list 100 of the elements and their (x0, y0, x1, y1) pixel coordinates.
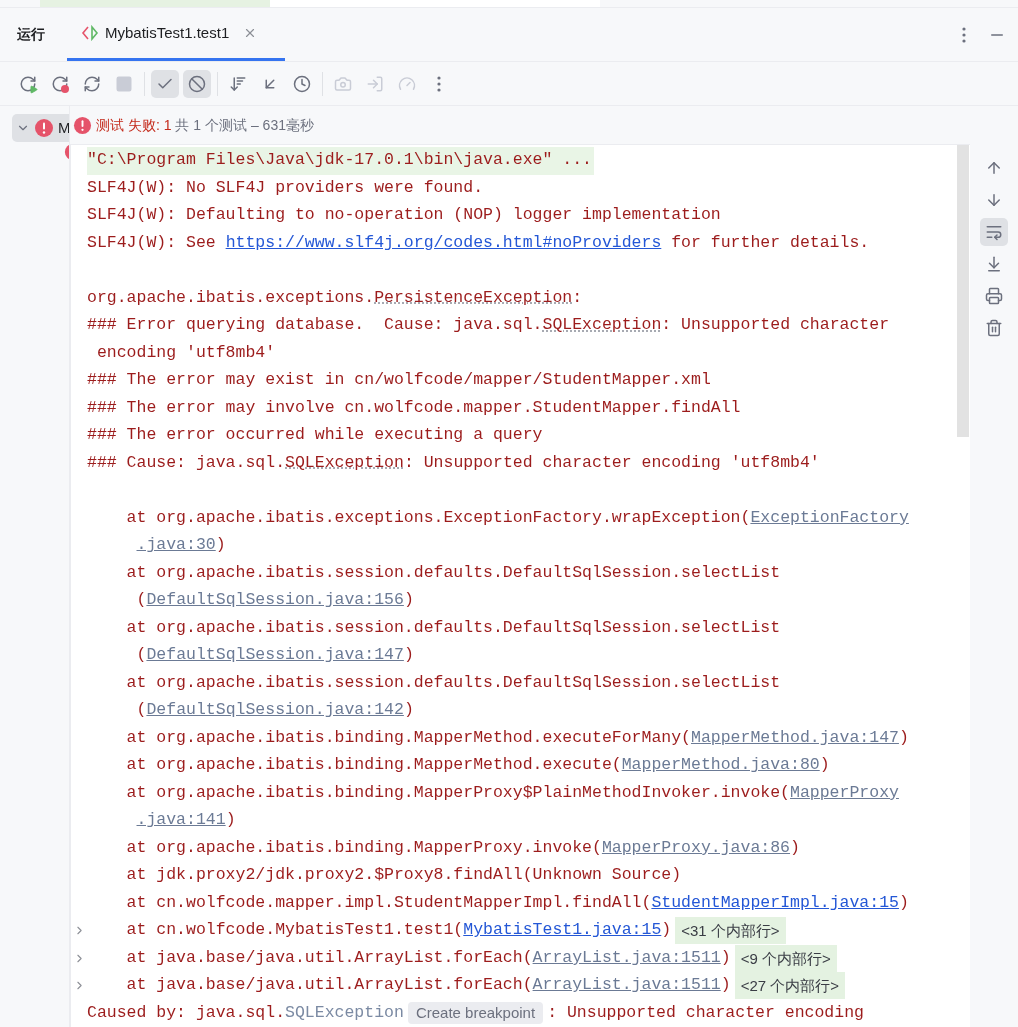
camera-icon (334, 74, 352, 93)
console-text: ) (819, 754, 830, 777)
console-text: ) (790, 836, 800, 859)
test-summary: 共 1 个测试 – 631毫秒 (175, 115, 314, 135)
console-text: at org.apache.ibatis.binding.MapperProxy$PlainMethodInvoker.invoke( (125, 781, 790, 804)
console-text: : Unsupported character encoding 'utf8mb4' (403, 451, 820, 474)
scroll-end-icon (985, 255, 1003, 273)
console-link[interactable]: ExceptionFactory (750, 505, 909, 531)
console-text: SLF4J(W): See (87, 231, 217, 254)
arrow-down-icon (985, 191, 1003, 209)
console-link[interactable]: ArrayList.java:1511 (532, 973, 721, 999)
console-text: ) (661, 919, 672, 942)
console-text: for further details. (670, 231, 870, 254)
console-text: ( (135, 644, 147, 667)
console-text: encoding 'utf8mb4' (95, 341, 276, 364)
class-reference[interactable]: PersistenceException (374, 285, 573, 311)
console-text: "C:\Program Files\Java\jdk-17.0.1\bin\java.exe" ... (87, 149, 592, 172)
console-text: : Unsupported character encoding (547, 1001, 864, 1024)
console-link[interactable]: MapperMethod.java:147 (691, 725, 899, 751)
console-text: at org.apache.ibatis.binding.MapperProxy.invoke( (125, 836, 602, 859)
stop-icon (115, 74, 133, 93)
console-link[interactable]: DefaultSqlSession.java:156 (146, 588, 404, 614)
tree-label: M (58, 117, 69, 138)
console-text: SLF4J(W): Defaulting to no-operation (NOP) logger implementation (87, 204, 721, 227)
console-text: ) (215, 534, 226, 557)
scrollbar-thumb[interactable] (957, 145, 969, 437)
login-icon (366, 74, 384, 93)
tree-node[interactable]: M (12, 114, 69, 142)
console-text: : (572, 286, 583, 309)
more-icon[interactable] (437, 75, 441, 92)
breakpoint-hint[interactable]: Create breakpoint (407, 1002, 544, 1025)
console-link[interactable]: MapperMethod.java:80 (621, 753, 820, 779)
refresh-icon (83, 74, 101, 93)
tool-window-title: 运行 (17, 25, 46, 44)
console-text: : Unsupported character (661, 314, 890, 337)
console-text: ) (898, 891, 909, 914)
console-text: ) (720, 946, 731, 969)
console-text: ) (403, 699, 414, 722)
wrap-icon (985, 223, 1003, 241)
class-reference: SQLException (285, 1001, 404, 1024)
run-tab[interactable]: MybatisTest1.test1 (67, 8, 285, 61)
folded-lines[interactable]: <9 个内部行> (734, 944, 837, 972)
console-text: ### The error may involve cn.wolfcode.mapper.StudentMapper.findAll (87, 396, 741, 419)
console-text: ( (135, 699, 147, 722)
console-link[interactable]: ArrayList.java:1511 (532, 945, 721, 971)
console-text: org.apache.ibatis.exceptions. (87, 286, 375, 309)
folded-lines[interactable]: <27 个内部行> (734, 972, 845, 1000)
console-text: at java.base/java.util.ArrayList.forEach( (125, 946, 533, 969)
console-link[interactable]: MapperProxy (790, 780, 899, 806)
toolbar-button[interactable] (151, 69, 179, 98)
console-text: ### Error querying database. Cause: java.sql. (87, 314, 543, 337)
gauge-icon (398, 74, 416, 93)
ban-icon (188, 74, 206, 93)
tab-label: MybatisTest1.test1 (105, 22, 230, 43)
play-icon (29, 84, 38, 94)
class-reference[interactable]: SQLException (285, 450, 404, 476)
console-text: ) (720, 974, 731, 997)
console-text: ( (135, 589, 147, 612)
console-text: at java.base/java.util.ArrayList.forEach( (125, 974, 533, 997)
console-text: at org.apache.ibatis.binding.MapperMethod.execute( (125, 754, 622, 777)
console-link[interactable]: StudentMapperImpl.java:15 (651, 890, 899, 916)
toolbar-button[interactable] (183, 69, 211, 98)
console-text: ) (225, 809, 236, 832)
console-text: SLF4J(W): No SLF4J providers were found. (87, 176, 484, 199)
side-action-button[interactable] (980, 218, 1008, 246)
console-text: at org.apache.ibatis.exceptions.ExceptionFactory.wrapException( (125, 506, 751, 529)
class-reference[interactable]: SQLException (542, 313, 662, 339)
console-link[interactable]: DefaultSqlSession.java:147 (146, 643, 404, 669)
console-link[interactable]: .java:30 (136, 533, 216, 559)
console-text: at org.apache.ibatis.binding.MapperMethod.executeForMany( (125, 726, 691, 749)
console-text: at org.apache.ibatis.session.defaults.DefaultSqlSession.selectList (125, 671, 781, 694)
trash-icon (985, 319, 1003, 337)
console-link[interactable]: MapperProxy.java:86 (601, 835, 791, 861)
console-text: at org.apache.ibatis.session.defaults.DefaultSqlSession.selectList (125, 561, 781, 584)
error-icon (73, 115, 92, 135)
console-link[interactable]: https://www.slf4j.org/codes.html#noProviders (225, 230, 662, 256)
console-text: Caused by: java.sql. (87, 1001, 286, 1024)
more-icon[interactable] (962, 26, 966, 43)
rerun-icon (19, 74, 37, 93)
console-link[interactable]: .java:141 (136, 808, 226, 834)
console-text: ) (403, 644, 414, 667)
sort-icon (229, 74, 247, 93)
rerun-icon (51, 74, 69, 93)
console-text: ### The error occurred while executing a query (87, 424, 543, 447)
scrollbar[interactable] (956, 144, 970, 1027)
print-icon (985, 287, 1003, 305)
console-link[interactable]: DefaultSqlSession.java:142 (146, 698, 404, 724)
console-text: at jdk.proxy2/jdk.proxy2.$Proxy8.findAll(Unknown Source) (125, 864, 682, 887)
console-text: at cn.wolfcode.mapper.impl.StudentMapperImpl.findAll( (125, 891, 652, 914)
console-link[interactable]: MybatisTest1.java:15 (463, 918, 662, 944)
folded-lines[interactable]: <31 个内部行> (675, 917, 786, 945)
console-text: at cn.wolfcode.MybatisTest1.test1( (125, 919, 464, 942)
console-text: ### Cause: java.sql. (87, 451, 286, 474)
clock-icon (293, 74, 311, 93)
console-text: at org.apache.ibatis.session.defaults.DefaultSqlSession.selectList (125, 616, 781, 639)
console-text: ) (898, 726, 909, 749)
console-text: ) (403, 589, 414, 612)
test-icon (81, 25, 99, 41)
test-result: 测试 失败: 1 (96, 115, 172, 135)
console-text: ### The error may exist in cn/wolfcode/mapper/StudentMapper.xml (87, 369, 711, 392)
